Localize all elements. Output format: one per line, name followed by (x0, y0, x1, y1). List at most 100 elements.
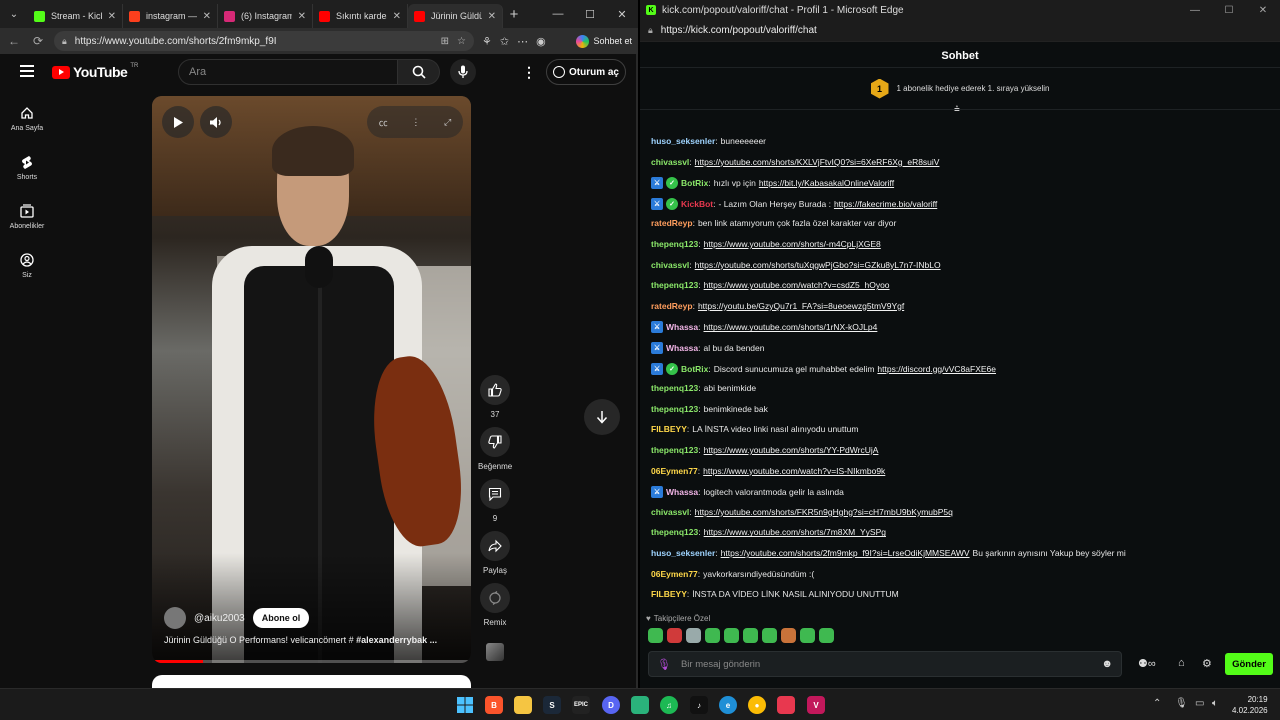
taskbar-clock[interactable]: 20:19 4.02.2026 (1232, 694, 1268, 716)
youtube-logo[interactable]: YouTube TR (52, 63, 138, 80)
epic-games-icon[interactable]: EPIC (572, 696, 590, 714)
store-icon[interactable]: ⌂ (1178, 657, 1185, 669)
video-caption[interactable]: Jürinin Güldüğü O Performans! velicancöm… (164, 635, 459, 645)
chat-message[interactable]: 06Eymen77: yavkorkarsındiyedüsündüm :( (651, 569, 814, 579)
chat-message[interactable]: thepenq123: benimkinede bak (651, 404, 768, 414)
chat-link[interactable]: https://www.youtube.com/shorts/-m4CpLjXG… (704, 239, 881, 249)
tab-close-icon[interactable]: ✕ (203, 11, 211, 22)
tiktok-icon[interactable]: ♪ (690, 696, 708, 714)
search-input[interactable]: Ara (178, 59, 398, 85)
spotify-icon[interactable]: ♫ (660, 696, 678, 714)
chat-username[interactable]: ratedReyp (651, 218, 693, 228)
settings-menu-icon[interactable]: ⋮ (522, 64, 536, 81)
chat-message[interactable]: thepenq123: abi benimkide (651, 383, 756, 393)
chat-username[interactable]: BotRix (681, 364, 708, 374)
chat-message[interactable]: chivassvl: https://youtube.com/shorts/tuX… (651, 260, 941, 270)
chat-username[interactable]: Whassa (666, 322, 698, 332)
refresh-icon[interactable]: ⟳ (30, 34, 46, 48)
chat-message[interactable]: chivassvl: https://youtube.com/shorts/FKR… (651, 507, 953, 517)
tab-close-icon[interactable]: ✕ (298, 11, 306, 22)
chat-username[interactable]: chivassvl (651, 260, 689, 270)
chat-link[interactable]: https://youtube.com/shorts/2fm9mkp_f9I?s… (721, 548, 970, 558)
chat-message[interactable]: ⚔ ✓ BotRix: Discord sunucumuza gel muhabbet… (651, 362, 996, 375)
channel-avatar[interactable] (164, 607, 186, 629)
emote-icon[interactable] (781, 628, 796, 643)
popout-maximize-button[interactable]: ☐ (1212, 5, 1246, 16)
sound-thumbnail[interactable] (486, 643, 504, 661)
chat-username[interactable]: KickBot (681, 199, 713, 209)
chat-message[interactable]: ratedReyp: ben link atamıyorum çok fazla … (651, 218, 896, 228)
send-button[interactable]: Gönder (1225, 653, 1273, 675)
maximize-button[interactable]: ☐ (574, 8, 606, 21)
chat-username[interactable]: huso_seksenler (651, 548, 715, 558)
dislike-button[interactable]: Beğenme (478, 427, 512, 471)
sidebar-item-shorts[interactable]: Shorts (4, 153, 50, 181)
minimize-button[interactable]: — (542, 8, 574, 21)
lock-icon[interactable]: 🔒︎ (648, 25, 653, 36)
green-app-icon[interactable] (631, 696, 649, 714)
chat-username[interactable]: huso_seksenler (651, 136, 715, 146)
remix-button[interactable]: Remix (478, 583, 512, 627)
url-field[interactable]: 🔒︎ https://www.youtube.com/shorts/2fm9mk… (54, 31, 474, 51)
lock-icon[interactable]: 🔒︎ (62, 36, 67, 47)
chat-message[interactable]: ⚔ Whassa: logitech valorantmoda gelir la a… (651, 486, 844, 499)
chat-username[interactable]: thepenq123 (651, 239, 698, 249)
emoji-picker-icon[interactable]: ☻ (1101, 658, 1113, 670)
chat-username[interactable]: chivassvl (651, 507, 689, 517)
close-window-button[interactable]: ✕ (606, 8, 638, 21)
gift-leaderboard-banner[interactable]: 1 1 abonelik hediye ederek 1. sıraya yük… (640, 68, 1280, 115)
tab-close-icon[interactable]: ✕ (108, 11, 116, 22)
caption-hashtag[interactable]: #alexanderrybak ... (356, 635, 437, 645)
comments-button[interactable]: 9 (478, 479, 512, 523)
extension-icon[interactable]: ⚘ (482, 35, 492, 48)
chat-username[interactable]: thepenq123 (651, 445, 698, 455)
menu-icon[interactable] (20, 65, 34, 77)
tray-display-icon[interactable]: ▭ (1195, 698, 1204, 709)
browser-tab[interactable]: Jürinin Güldüğü ✕ (408, 4, 503, 28)
tray-volume-icon[interactable]: 🔈︎ (1212, 698, 1218, 709)
share-button[interactable]: Paylaş (478, 531, 512, 575)
chat-settings-icon[interactable]: ⚙ (1202, 657, 1212, 670)
captions-icon[interactable]: ㏄ (379, 116, 388, 129)
favorite-star-icon[interactable]: ☆ (457, 36, 466, 47)
chat-username[interactable]: chivassvl (651, 157, 689, 167)
chat-username[interactable]: 06Eymen77 (651, 466, 698, 476)
edge-icon[interactable]: e (719, 696, 737, 714)
start-button[interactable] (456, 696, 474, 714)
valorant-icon[interactable]: V (807, 696, 825, 714)
chat-username[interactable]: thepenq123 (651, 383, 698, 393)
chat-link[interactable]: https://fakecrime.bio/valoriff (834, 199, 937, 209)
chat-link[interactable]: https://www.youtube.com/shorts/YY-PdWrcU… (704, 445, 879, 455)
browser-tab[interactable]: instagram — Ya ✕ (123, 4, 218, 28)
chat-message[interactable]: thepenq123: https://www.youtube.com/watch… (651, 280, 890, 290)
tray-mic-icon[interactable]: 🎙︎ (1175, 698, 1188, 709)
sidebar-item-subscriptions[interactable]: Abonelikler (4, 202, 50, 230)
chat-message[interactable]: ⚔ ✓ BotRix: hızlı vp için https://bit.ly/Kab… (651, 177, 894, 190)
chat-username[interactable]: FILBEYY (651, 424, 687, 434)
shorts-video-player[interactable]: ㏄ ⋮ ⤢ @aiku2003 Abone ol Jürinin Güldüğü… (152, 96, 471, 663)
chat-message[interactable]: FILBEYY: İNSTA DA VİDEO LİNK NASIL ALINIY… (651, 589, 899, 599)
more-menu-icon[interactable]: ⋯ (517, 35, 528, 48)
chat-username[interactable]: 06Eymen77 (651, 569, 698, 579)
chat-username[interactable]: thepenq123 (651, 280, 698, 290)
steam-icon[interactable]: S (543, 696, 561, 714)
chat-link[interactable]: https://youtu.be/GzyQu7r1_FA?si=8ueoewzg… (698, 301, 904, 311)
chat-link[interactable]: https://www.youtube.com/watch?v=csdZ5_hO… (704, 280, 890, 290)
apps-icon[interactable]: ⊞ (441, 36, 449, 47)
next-video-button[interactable] (584, 399, 620, 435)
next-short-preview[interactable] (152, 675, 471, 689)
favorites-icon[interactable]: ✩ (500, 35, 509, 48)
emote-icon[interactable] (743, 628, 758, 643)
chat-link[interactable]: https://www.youtube.com/watch?v=IS-NIkmb… (703, 466, 885, 476)
chat-username[interactable]: FILBEYY (651, 589, 687, 599)
red-app-icon[interactable] (777, 696, 795, 714)
emote-icon[interactable] (705, 628, 720, 643)
like-button[interactable]: 37 (478, 375, 512, 419)
voice-message-icon[interactable]: 🎙︎ (657, 658, 671, 671)
chat-message[interactable]: huso_seksenler: https://youtube.com/short… (651, 548, 1126, 558)
sidebar-item-home[interactable]: Ana Sayfa (4, 104, 50, 132)
chat-message-input[interactable]: 🎙︎ Bir mesaj gönderin ☻ (648, 651, 1122, 677)
tray-overflow-icon[interactable]: ⌃ (1153, 698, 1161, 709)
tab-close-icon[interactable]: ✕ (488, 11, 496, 22)
chat-message[interactable]: thepenq123: https://www.youtube.com/short… (651, 445, 878, 455)
